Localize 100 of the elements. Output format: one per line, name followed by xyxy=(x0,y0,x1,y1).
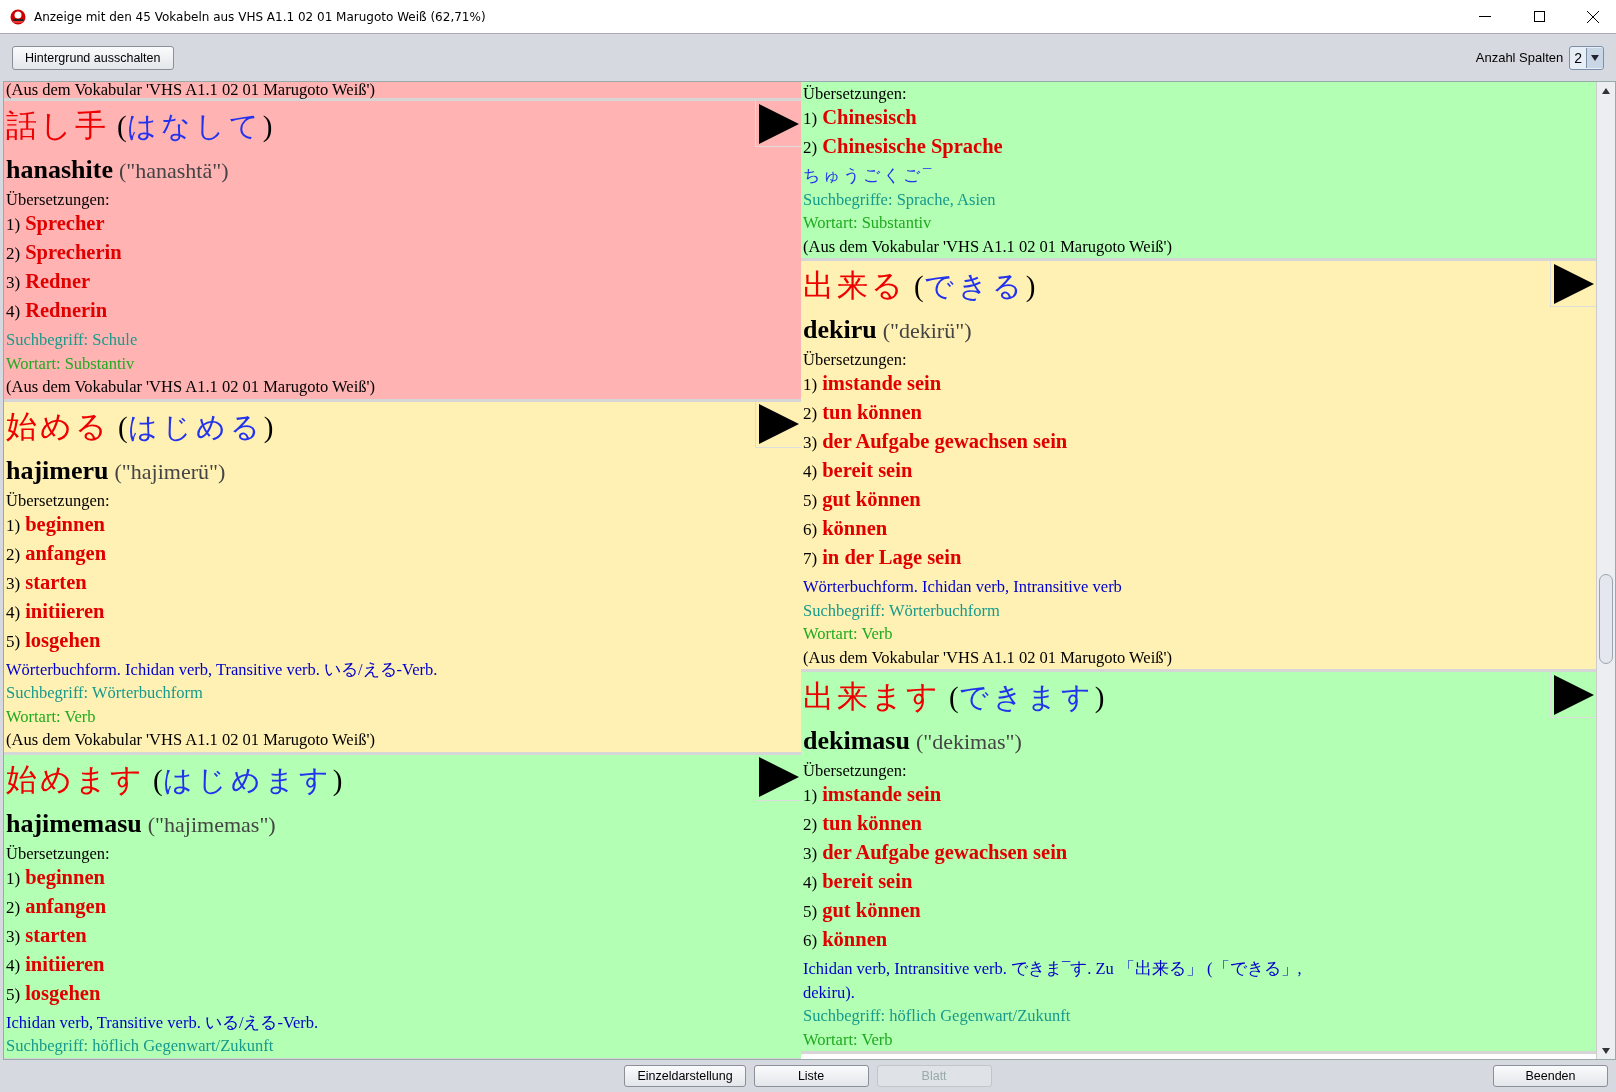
translation: können xyxy=(822,517,888,540)
romaji-word: dekiru xyxy=(803,315,877,345)
kana-reading: (はじめます) xyxy=(153,762,343,798)
translation-number: 5) xyxy=(803,902,818,922)
kanji-word: 出来る xyxy=(803,267,906,305)
translation: starten xyxy=(25,570,87,594)
translation-number: 7) xyxy=(803,549,818,569)
source-note: (Aus dem Vokabular 'VHS A1.1 02 01 Marugoto Weiß') xyxy=(6,82,376,98)
pronunciation: ("hajimerü") xyxy=(114,458,226,485)
kanji-word: 始める xyxy=(6,407,110,446)
translation: losgehen xyxy=(25,628,101,652)
translation-number: 4) xyxy=(6,602,21,623)
translation-number: 3) xyxy=(803,844,818,864)
word-type: Wortart: Substantiv xyxy=(803,212,933,234)
translation-number: 2) xyxy=(803,138,818,158)
translation: bereit sein xyxy=(822,459,913,482)
translation-number: 4) xyxy=(6,955,21,976)
translation-number: 1) xyxy=(803,786,818,806)
scroll-thumb[interactable] xyxy=(1599,574,1613,664)
translation: initiieren xyxy=(25,952,105,976)
pronunciation: ("hanashtä") xyxy=(118,158,229,184)
translation-number: 2) xyxy=(803,815,818,835)
translation: beginnen xyxy=(25,512,105,536)
search-terms: Suchbegriff: Wörterbuchform xyxy=(6,682,204,704)
kana-reading: (はなして) xyxy=(117,109,273,144)
pronunciation: ("dekirü") xyxy=(882,318,972,344)
word-type: Wortart: Substantiv xyxy=(6,352,136,375)
translation: der Aufgabe gewachsen sein xyxy=(822,841,1068,864)
window-title: Anzeige mit den 45 Vokabeln aus VHS A1.1 02 01 Marugoto Weiß (62,71%) xyxy=(34,9,487,24)
translations-label: Übersetzungen: xyxy=(6,842,111,865)
translation: der Aufgabe gewachsen sein xyxy=(822,430,1068,453)
view-button[interactable]: Einzeldarstellung xyxy=(624,1065,746,1087)
play-icon[interactable] xyxy=(755,401,801,448)
kana-reading: (できる) xyxy=(914,269,1036,304)
search-terms: Suchbegriff: höflich Gegenwart/Zukunft xyxy=(6,1035,275,1057)
translation-number: 6) xyxy=(803,520,818,540)
play-icon[interactable] xyxy=(1550,261,1596,307)
pronunciation: ("hajimemas") xyxy=(147,811,276,838)
play-icon[interactable] xyxy=(755,754,801,801)
translation: können xyxy=(822,928,888,951)
translation-number: 3) xyxy=(6,573,21,594)
translation: gut können xyxy=(822,488,921,511)
search-terms: Suchbegriff: Schule xyxy=(6,329,139,351)
source-note: (Aus dem Vokabular 'VHS A1.1 02 01 Marugoto Weiß') xyxy=(6,376,376,398)
search-terms: Suchbegriffe: Sprache, Asien xyxy=(803,188,997,211)
translation: imstande sein xyxy=(822,783,942,806)
translation: Chinesisch xyxy=(822,106,917,129)
translation-number: 2) xyxy=(6,544,21,565)
translation: initiieren xyxy=(25,599,105,623)
translation: Redner xyxy=(25,270,91,293)
translation-number: 4) xyxy=(803,873,818,893)
grammar-note: Ichidan verb, Transitive verb. いる/える-Verb. xyxy=(6,1011,320,1034)
app-icon xyxy=(10,8,26,25)
word-type: Wortart: Verb xyxy=(803,1028,894,1051)
play-icon[interactable] xyxy=(1550,672,1596,718)
translation-number: 5) xyxy=(6,631,21,652)
grammar-note: Wörterbuchform. Ichidan verb, Transitive verb. いる/える-Verb. xyxy=(6,658,439,681)
translation-number: 4) xyxy=(6,302,21,322)
translations-label: Übersetzungen: xyxy=(803,760,908,782)
translation: in der Lage sein xyxy=(822,546,962,569)
romaji-word: hajimeru xyxy=(6,455,109,486)
search-terms: Suchbegriff: höflich Gegenwart/Zukunft xyxy=(803,1005,1072,1027)
translation: starten xyxy=(25,923,87,947)
grammar-note: Wörterbuchform. Ichidan verb, Intransitive verb xyxy=(803,576,1123,598)
kana-reading: (できます) xyxy=(949,680,1105,715)
translation-number: 2) xyxy=(6,244,21,264)
word-type: Wortart: Verb xyxy=(6,705,97,728)
view-button[interactable]: Liste xyxy=(753,1065,869,1087)
translation: bereit sein xyxy=(822,870,913,893)
romaji-word: hanashite xyxy=(6,155,113,185)
play-icon[interactable] xyxy=(755,101,801,147)
translations-label: Übersetzungen: xyxy=(6,489,111,512)
exit-button[interactable]: Beenden xyxy=(1493,1065,1608,1087)
translation: Rednerin xyxy=(25,299,108,322)
scrollbar[interactable] xyxy=(1596,82,1615,1059)
translation: Sprecherin xyxy=(25,241,122,264)
scroll-down-icon[interactable] xyxy=(1602,1047,1610,1054)
translations-label: Übersetzungen: xyxy=(6,189,111,211)
translation-number: 1) xyxy=(6,515,21,536)
word-type: Wortart: Verb xyxy=(803,623,894,645)
source-note: (Aus dem Vokabular 'VHS A1.1 02 01 Marugoto Weiß') xyxy=(803,235,1173,258)
translations-label: Übersetzungen: xyxy=(803,83,908,105)
translation: anfangen xyxy=(25,541,107,565)
translation-number: 3) xyxy=(6,926,21,947)
kana-reading: ちゅうごくご¯ xyxy=(803,165,936,187)
translation-number: 1) xyxy=(803,375,818,395)
kanji-word: 出来ます xyxy=(803,678,941,716)
pronunciation: ("dekimas") xyxy=(915,729,1022,755)
translation-number: 2) xyxy=(803,404,818,424)
translation: imstande sein xyxy=(822,372,942,395)
kanji-word: 話し手 xyxy=(6,107,109,145)
romaji-word: hajimemasu xyxy=(6,808,142,839)
columns-dropdown[interactable]: 2 xyxy=(1569,45,1604,70)
background-toggle-button[interactable]: Hintergrund ausschalten xyxy=(12,45,174,70)
columns-label: Anzahl Spalten xyxy=(1475,50,1564,65)
caret-icon xyxy=(1591,54,1599,61)
translation: anfangen xyxy=(25,894,107,918)
translation: beginnen xyxy=(25,865,105,889)
grammar-note: Ichidan verb, Intransitive verb. できま¯す. Zu 「出来る」 (「できる」, dekiru). xyxy=(803,958,1303,1004)
scroll-up-icon[interactable] xyxy=(1602,87,1610,94)
